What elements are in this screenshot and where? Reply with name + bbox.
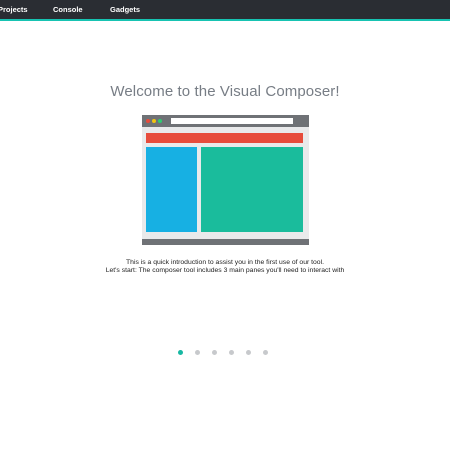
nav-projects[interactable]: Projects bbox=[0, 0, 28, 19]
pagination-dot-2[interactable] bbox=[195, 350, 200, 355]
intro-text-line1: This is a quick introduction to assist y… bbox=[126, 259, 324, 266]
pagination-dot-5[interactable] bbox=[246, 350, 251, 355]
pagination-dot-1[interactable] bbox=[178, 350, 183, 355]
nav-console[interactable]: Console bbox=[53, 0, 83, 19]
maximize-dot-icon bbox=[158, 119, 162, 123]
close-dot-icon bbox=[146, 119, 150, 123]
nav-gadgets[interactable]: Gadgets bbox=[110, 0, 140, 19]
browser-window-icon bbox=[142, 115, 309, 245]
top-navbar: Projects Console Gadgets bbox=[0, 0, 450, 21]
welcome-title: Welcome to the Visual Composer! bbox=[110, 83, 340, 100]
pagination-dot-6[interactable] bbox=[263, 350, 268, 355]
minimize-dot-icon bbox=[152, 119, 156, 123]
right-pane bbox=[201, 147, 303, 232]
left-pane bbox=[146, 147, 197, 232]
address-bar bbox=[171, 118, 293, 124]
browser-window-illustration bbox=[142, 115, 309, 245]
pagination-dot-3[interactable] bbox=[212, 350, 217, 355]
header-pane bbox=[146, 133, 303, 143]
intro-text-line2: Let's start: The composer tool includes … bbox=[105, 267, 345, 274]
window-bottombar bbox=[142, 239, 309, 245]
pagination-dot-4[interactable] bbox=[229, 350, 234, 355]
